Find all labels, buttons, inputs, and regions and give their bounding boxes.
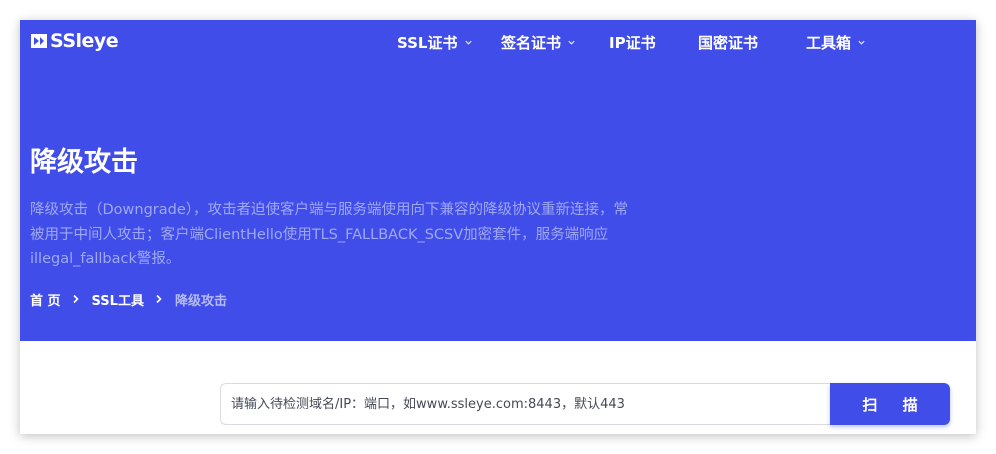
breadcrumb-current: 降级攻击 (174, 293, 227, 309)
chevron-down-icon (464, 40, 472, 45)
hero-banner: SSleye SSL证书 签名证书 IP证书 国密证书 工具箱 降级攻击 降级攻… (20, 20, 976, 341)
chevron-down-icon (858, 40, 865, 45)
scan-button[interactable]: 扫 描 (830, 383, 950, 425)
domain-input[interactable] (220, 383, 830, 425)
nav-ssl-certificates[interactable]: SSL证书 (397, 32, 473, 52)
page-title: 降级攻击 (30, 147, 138, 178)
breadcrumb-ssl-tools[interactable]: SSL工具 (92, 290, 144, 309)
nav-item-label: SSL证书 (397, 33, 458, 52)
nav-item-label: IP证书 (609, 33, 656, 52)
nav-signing-certificates[interactable]: 签名证书 (501, 32, 576, 52)
nav-item-label: 工具箱 (806, 33, 852, 52)
main-nav: SSL证书 签名证书 IP证书 国密证书 工具箱 (20, 32, 976, 52)
chevron-down-icon (568, 40, 575, 45)
chevron-right-icon (156, 294, 162, 304)
nav-sm-certificates[interactable]: 国密证书 (698, 32, 758, 52)
scan-form: 扫 描 (220, 383, 950, 425)
nav-ip-certificates[interactable]: IP证书 (609, 32, 656, 52)
page-description: 降级攻击（Downgrade），攻击者迫使客户端与服务端使用向下兼容的降级协议重… (30, 202, 629, 267)
nav-item-label: 签名证书 (501, 33, 562, 52)
app-window: SSleye SSL证书 签名证书 IP证书 国密证书 工具箱 降级攻击 降级攻… (20, 20, 976, 434)
breadcrumb: 首 页 SSL工具 降级攻击 (30, 289, 227, 309)
breadcrumb-home[interactable]: 首 页 (30, 290, 61, 309)
nav-toolbox[interactable]: 工具箱 (806, 32, 866, 52)
chevron-right-icon (72, 294, 79, 304)
nav-item-label: 国密证书 (698, 33, 759, 52)
